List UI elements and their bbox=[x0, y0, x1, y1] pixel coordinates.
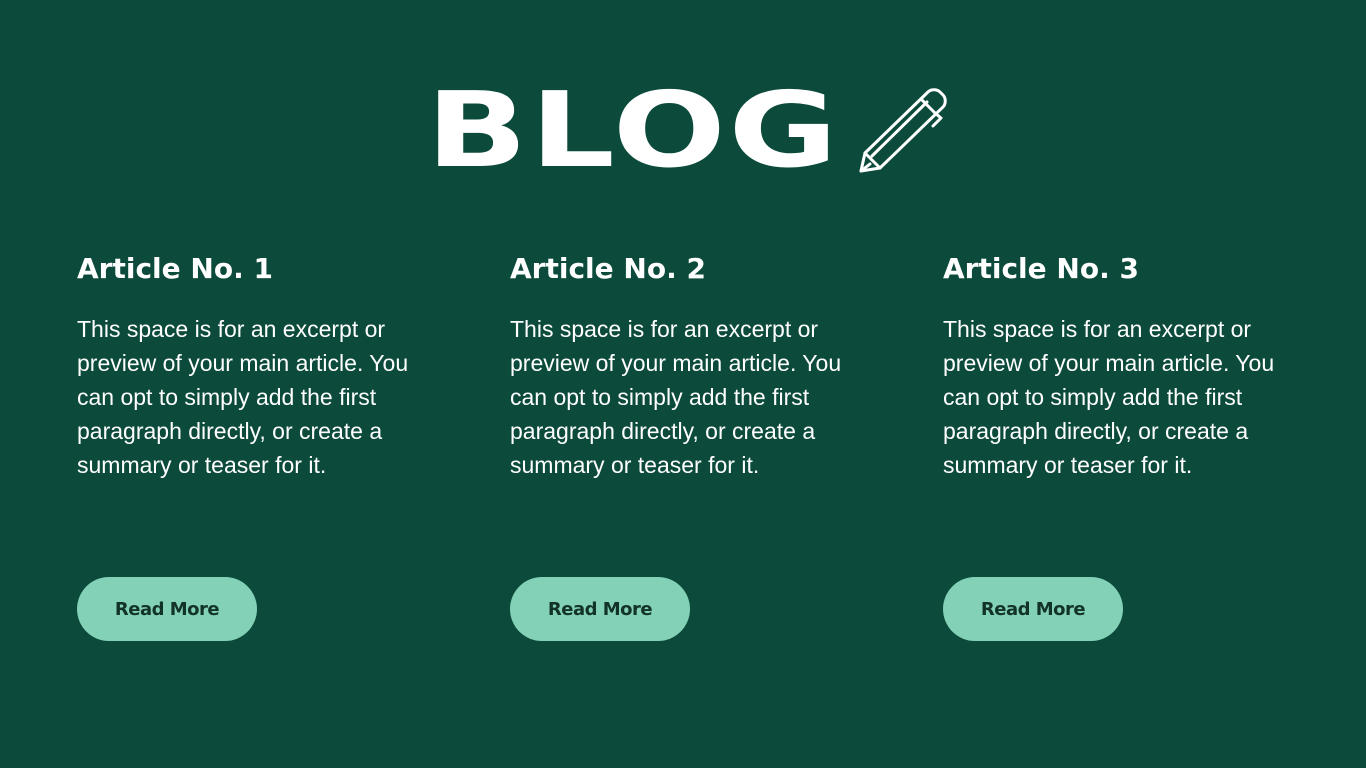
article-title: Article No. 2 bbox=[510, 252, 706, 285]
read-more-button[interactable]: Read More bbox=[510, 577, 690, 641]
articles-section: Article No. 1 This space is for an excer… bbox=[0, 250, 1366, 670]
article-card: Article No. 2 This space is for an excer… bbox=[510, 250, 870, 650]
blog-header: BLOG bbox=[0, 78, 1366, 188]
article-excerpt: This space is for an excerpt or preview … bbox=[510, 316, 842, 478]
page-title: BLOG bbox=[426, 69, 841, 191]
article-title: Article No. 3 bbox=[943, 252, 1139, 285]
article-title: Article No. 1 bbox=[77, 252, 273, 285]
article-excerpt: This space is for an excerpt or preview … bbox=[77, 316, 409, 478]
article-card: Article No. 3 This space is for an excer… bbox=[943, 250, 1303, 650]
article-card: Article No. 1 This space is for an excer… bbox=[77, 250, 437, 650]
read-more-button[interactable]: Read More bbox=[943, 577, 1123, 641]
pencil-icon bbox=[859, 88, 947, 173]
read-more-button[interactable]: Read More bbox=[77, 577, 257, 641]
article-excerpt: This space is for an excerpt or preview … bbox=[943, 316, 1275, 478]
